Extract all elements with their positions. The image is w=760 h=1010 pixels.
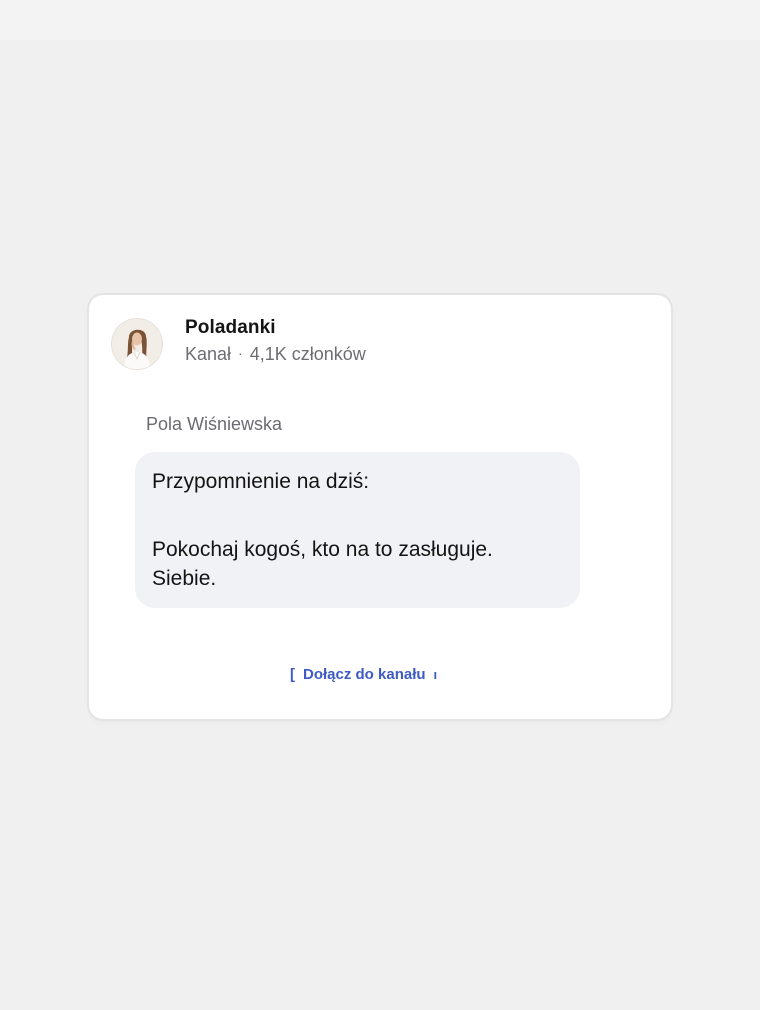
join-channel-label: Dołącz do kanału [303,666,426,683]
message-bubble: Przypomnienie na dziś: Pokochaj kogoś, k… [135,452,580,608]
avatar-photo-icon [112,319,162,369]
channel-preview-card: Poladanki Kanał · 4,1K członków Pola Wiśni… [89,295,671,719]
message-line: Siebie. [152,567,217,590]
top-band [0,0,760,40]
join-right-bracket: ı [433,667,438,682]
channel-name[interactable]: Poladanki [185,317,276,339]
member-count: 4,1K członków [249,344,366,364]
join-channel-button[interactable]: [ Dołącz do kanału ı [290,666,437,683]
message-sender: Pola Wiśniewska [146,414,283,434]
message-line: Przypomnienie na dziś: [152,470,370,493]
message-line: Pokochaj kogoś, kto na to zasługuje. [152,538,493,561]
channel-type-label: Kanał [185,344,232,364]
channel-avatar[interactable] [112,319,162,369]
channel-meta: Kanał · 4,1K członków [185,344,366,365]
join-left-bracket: [ [290,666,295,683]
meta-separator: · [238,345,243,361]
